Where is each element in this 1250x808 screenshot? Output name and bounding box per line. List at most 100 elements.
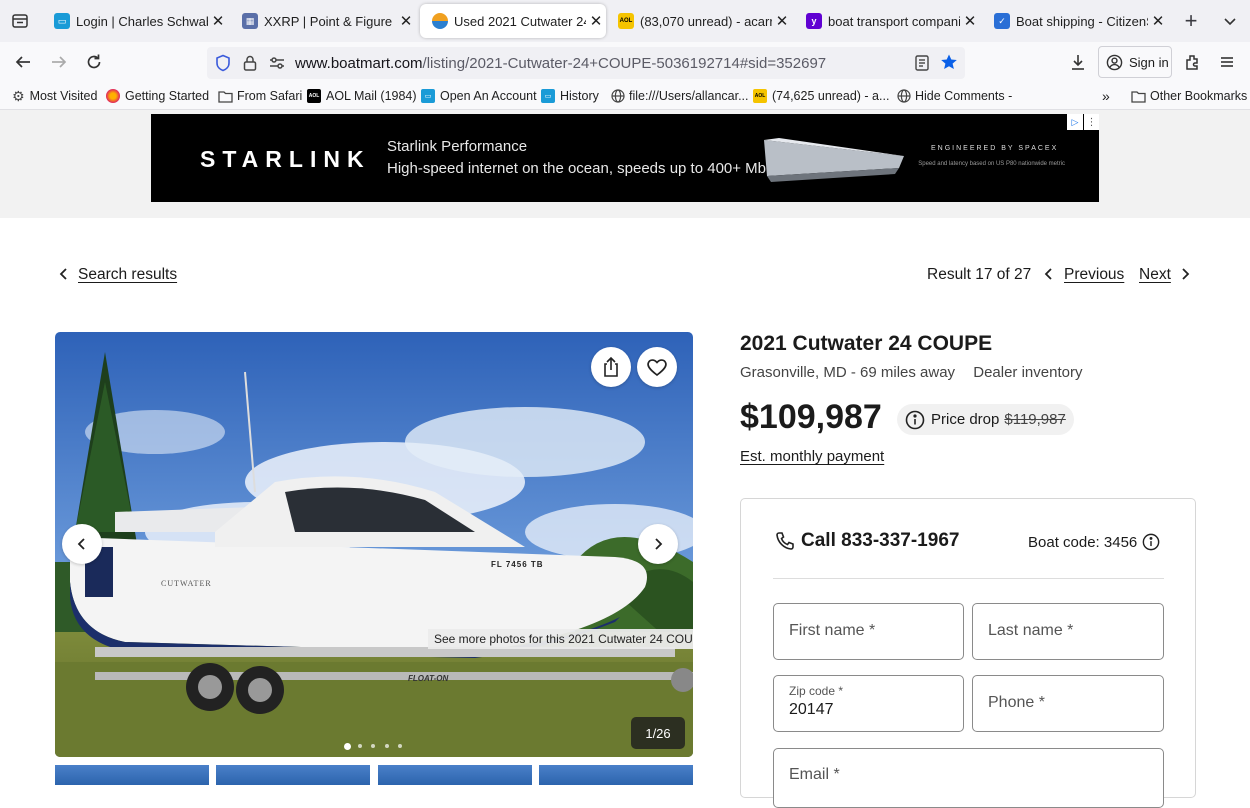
see-more-photos-tooltip[interactable]: See more photos for this 2021 Cutwater 2…: [428, 629, 693, 649]
bookmark-star-icon[interactable]: [940, 53, 958, 76]
globe-icon: [897, 89, 911, 103]
ad-brand: STARLINK: [200, 146, 371, 172]
tab-citizenshipper[interactable]: ✓ Boat shipping - CitizenShi ✕: [982, 4, 1168, 38]
share-button[interactable]: [591, 347, 631, 387]
bookmark-history[interactable]: ▭ History: [541, 87, 599, 105]
email-field[interactable]: Email *: [773, 748, 1164, 808]
next-photo-button[interactable]: [638, 524, 678, 564]
tab-list-icon[interactable]: [6, 7, 34, 35]
boat-photo-gallery[interactable]: FL 7456 TB CUTWATER FLOAT-ON See more ph…: [55, 332, 693, 757]
monthly-payment-link[interactable]: Est. monthly payment: [740, 448, 884, 465]
last-name-placeholder: Last name *: [988, 622, 1074, 639]
sign-in-button[interactable]: Sign in: [1098, 46, 1172, 78]
tab-aol-mail[interactable]: AOL (83,070 unread) - acarr4 ✕: [606, 4, 792, 38]
url-domain: www.boatmart.com: [295, 55, 423, 72]
yahoo-favicon-icon: y: [806, 13, 822, 29]
globe-icon: [611, 89, 625, 103]
tab-xxrp[interactable]: ▦ XXRP | Point & Figure Cha ✕: [230, 4, 416, 38]
schwab-icon: ▭: [421, 89, 435, 103]
address-bar[interactable]: www.boatmart.com/listing/2021-Cutwater-2…: [207, 47, 965, 79]
gear-icon: ⚙: [12, 87, 25, 104]
first-name-field[interactable]: First name *: [773, 603, 964, 660]
hamburger-menu-icon[interactable]: [1213, 48, 1241, 76]
ad-close-icon[interactable]: ⋮: [1084, 114, 1099, 130]
phone-field[interactable]: Phone *: [972, 675, 1164, 732]
phone-icon: [775, 531, 795, 551]
chevron-right-icon[interactable]: [1180, 267, 1190, 286]
bookmark-label: Open An Account: [440, 89, 537, 103]
tab-yahoo-search[interactable]: y boat transport companies ✕: [794, 4, 980, 38]
previous-photo-button[interactable]: [62, 524, 102, 564]
carousel-dot[interactable]: [357, 744, 362, 748]
shield-icon[interactable]: [215, 54, 231, 77]
ad-fine-print: Speed and latency based on US P80 nation…: [918, 161, 1065, 167]
close-tab-icon[interactable]: ✕: [396, 12, 416, 30]
email-placeholder: Email *: [789, 766, 840, 783]
zip-code-field[interactable]: Zip code * 20147: [773, 675, 964, 732]
bookmark-getting-started[interactable]: Getting Started: [106, 87, 209, 105]
bookmark-hide-comments[interactable]: Hide Comments -: [897, 87, 1012, 105]
close-tab-icon[interactable]: ✕: [586, 12, 606, 30]
close-tab-icon[interactable]: ✕: [208, 12, 228, 30]
chevron-left-icon[interactable]: [1044, 267, 1054, 286]
next-link[interactable]: Next: [1139, 266, 1171, 284]
starlink-ad-banner[interactable]: STARLINK Starlink Performance High-speed…: [151, 114, 1099, 202]
url-text[interactable]: www.boatmart.com/listing/2021-Cutwater-2…: [295, 55, 826, 72]
call-button[interactable]: Call 833-337-1967: [775, 530, 959, 552]
tab-title: (83,070 unread) - acarr4: [640, 13, 772, 29]
bookmark-other[interactable]: Other Bookmarks: [1131, 87, 1247, 105]
back-arrow-icon[interactable]: [9, 48, 37, 76]
price-drop-badge[interactable]: Price drop $119,987: [897, 404, 1074, 435]
carousel-dot[interactable]: [384, 744, 389, 748]
bookmark-label: Other Bookmarks: [1150, 89, 1248, 103]
tab-title: Used 2021 Cutwater 24 C: [454, 13, 586, 29]
carousel-dot[interactable]: [344, 743, 351, 750]
close-tab-icon[interactable]: ✕: [772, 12, 792, 30]
favorite-button[interactable]: [637, 347, 677, 387]
bookmark-label: file:///Users/allancar...: [629, 89, 749, 103]
price-drop-label: Price drop: [931, 411, 1000, 428]
phone-placeholder: Phone *: [988, 694, 1045, 711]
tab-title: Boat shipping - CitizenShi: [1016, 13, 1148, 29]
old-price: $119,987: [1004, 411, 1066, 428]
photo-thumbnail[interactable]: [378, 765, 532, 785]
last-name-field[interactable]: Last name *: [972, 603, 1164, 660]
photo-thumbnail[interactable]: [55, 765, 209, 785]
search-results-link[interactable]: Search results: [78, 266, 177, 284]
bookmark-local-file[interactable]: file:///Users/allancar...: [611, 87, 749, 105]
close-tab-icon[interactable]: ✕: [1148, 12, 1168, 30]
bookmark-from-safari[interactable]: From Safari: [218, 87, 302, 105]
download-icon[interactable]: [1064, 48, 1092, 76]
extensions-icon[interactable]: [1178, 48, 1206, 76]
photo-thumbnail[interactable]: [216, 765, 370, 785]
tab-boatmart[interactable]: Used 2021 Cutwater 24 C ✕: [420, 4, 606, 38]
adchoices-icon[interactable]: ▷: [1067, 114, 1083, 130]
reload-icon[interactable]: [80, 48, 108, 76]
previous-link[interactable]: Previous: [1064, 266, 1124, 284]
reader-view-icon[interactable]: [914, 54, 930, 77]
chevron-double-right-icon[interactable]: »: [1102, 87, 1110, 105]
carousel-dot[interactable]: [371, 744, 375, 748]
close-tab-icon[interactable]: ✕: [960, 12, 980, 30]
boat-code-label: Boat code: 3456: [1028, 533, 1138, 551]
bookmark-aol-unread[interactable]: AOL (74,625 unread) - a...: [753, 87, 889, 105]
hull-registration: FL 7456 TB: [491, 560, 544, 569]
folder-icon: [1131, 90, 1146, 103]
lock-icon[interactable]: [242, 54, 258, 77]
tab-schwab[interactable]: ▭ Login | Charles Schwab ✕: [42, 4, 228, 38]
forward-arrow-icon[interactable]: [45, 48, 73, 76]
bookmark-open-account[interactable]: ▭ Open An Account: [421, 87, 537, 105]
bookmark-label: History: [560, 89, 599, 103]
firefox-icon: [106, 89, 120, 103]
carousel-dot[interactable]: [398, 744, 402, 748]
info-icon[interactable]: [1142, 533, 1160, 551]
chevron-down-icon[interactable]: [1216, 7, 1244, 35]
permissions-icon[interactable]: [268, 55, 286, 76]
new-tab-icon[interactable]: +: [1177, 7, 1205, 35]
bookmark-aol-mail[interactable]: AOL AOL Mail (1984): [307, 87, 417, 105]
bookmark-most-visited[interactable]: ⚙ Most Visited: [12, 87, 97, 105]
boatmart-favicon-icon: [432, 13, 448, 29]
ad-zone: STARLINK Starlink Performance High-speed…: [0, 110, 1250, 218]
photo-thumbnail[interactable]: [539, 765, 693, 785]
chevron-left-icon: [77, 538, 85, 550]
